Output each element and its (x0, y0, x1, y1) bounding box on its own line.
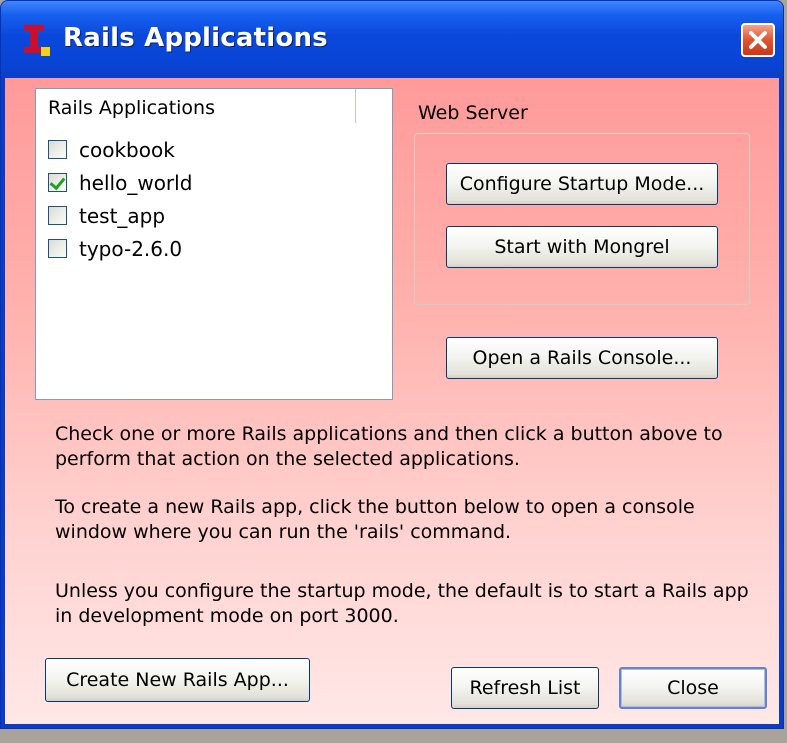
info-line: window where you can run the 'rails' com… (55, 521, 512, 543)
list-item-cookbook[interactable]: cookbook (48, 133, 192, 166)
window-title: Rails Applications (63, 23, 328, 53)
close-x-icon (749, 31, 767, 49)
info-paragraph-1: Check one or more Rails applications and… (55, 422, 755, 472)
info-line: Check one or more Rails applications and… (55, 423, 723, 445)
list-item-typo[interactable]: typo-2.6.0 (48, 232, 192, 265)
title-bar[interactable]: Rails Applications (1, 1, 783, 78)
info-line: perform that action on the selected appl… (55, 448, 520, 470)
list-item-label: test_app (79, 203, 166, 228)
info-line: in development mode on port 3000. (55, 605, 399, 627)
list-header-filler (356, 89, 392, 123)
list-item-label: cookbook (79, 137, 175, 162)
list-item-hello-world[interactable]: hello_world (48, 166, 192, 199)
rails-applications-window: Rails Applications Rails Applications co… (0, 0, 784, 729)
web-server-group (414, 133, 750, 305)
checkbox-hello-world[interactable] (48, 173, 67, 192)
dialog-body: Rails Applications cookbook hello_world … (5, 78, 779, 724)
list-item-label: typo-2.6.0 (79, 236, 183, 261)
info-paragraph-2: To create a new Rails app, click the but… (55, 495, 755, 545)
configure-startup-mode-button[interactable]: Configure Startup Mode... (446, 163, 718, 205)
open-rails-console-button[interactable]: Open a Rails Console... (446, 337, 718, 379)
checkbox-test-app[interactable] (48, 206, 67, 225)
create-new-rails-app-button[interactable]: Create New Rails App... (45, 658, 310, 702)
list-item-test-app[interactable]: test_app (48, 199, 192, 232)
info-paragraph-3: Unless you configure the startup mode, t… (55, 579, 755, 629)
rails-i-icon (24, 25, 50, 56)
checkbox-cookbook[interactable] (48, 140, 67, 159)
rails-apps-listbox[interactable]: Rails Applications cookbook hello_world … (35, 88, 393, 400)
info-line: Unless you configure the startup mode, t… (55, 580, 749, 602)
list-column-header[interactable]: Rails Applications (36, 89, 356, 123)
close-window-button[interactable] (741, 23, 775, 57)
info-line: To create a new Rails app, click the but… (55, 496, 695, 518)
refresh-list-button[interactable]: Refresh List (451, 667, 599, 709)
list-item-label: hello_world (79, 170, 193, 195)
checkbox-typo[interactable] (48, 239, 67, 258)
close-button[interactable]: Close (619, 667, 767, 709)
start-with-mongrel-button[interactable]: Start with Mongrel (446, 226, 718, 268)
web-server-label: Web Server (418, 102, 528, 124)
